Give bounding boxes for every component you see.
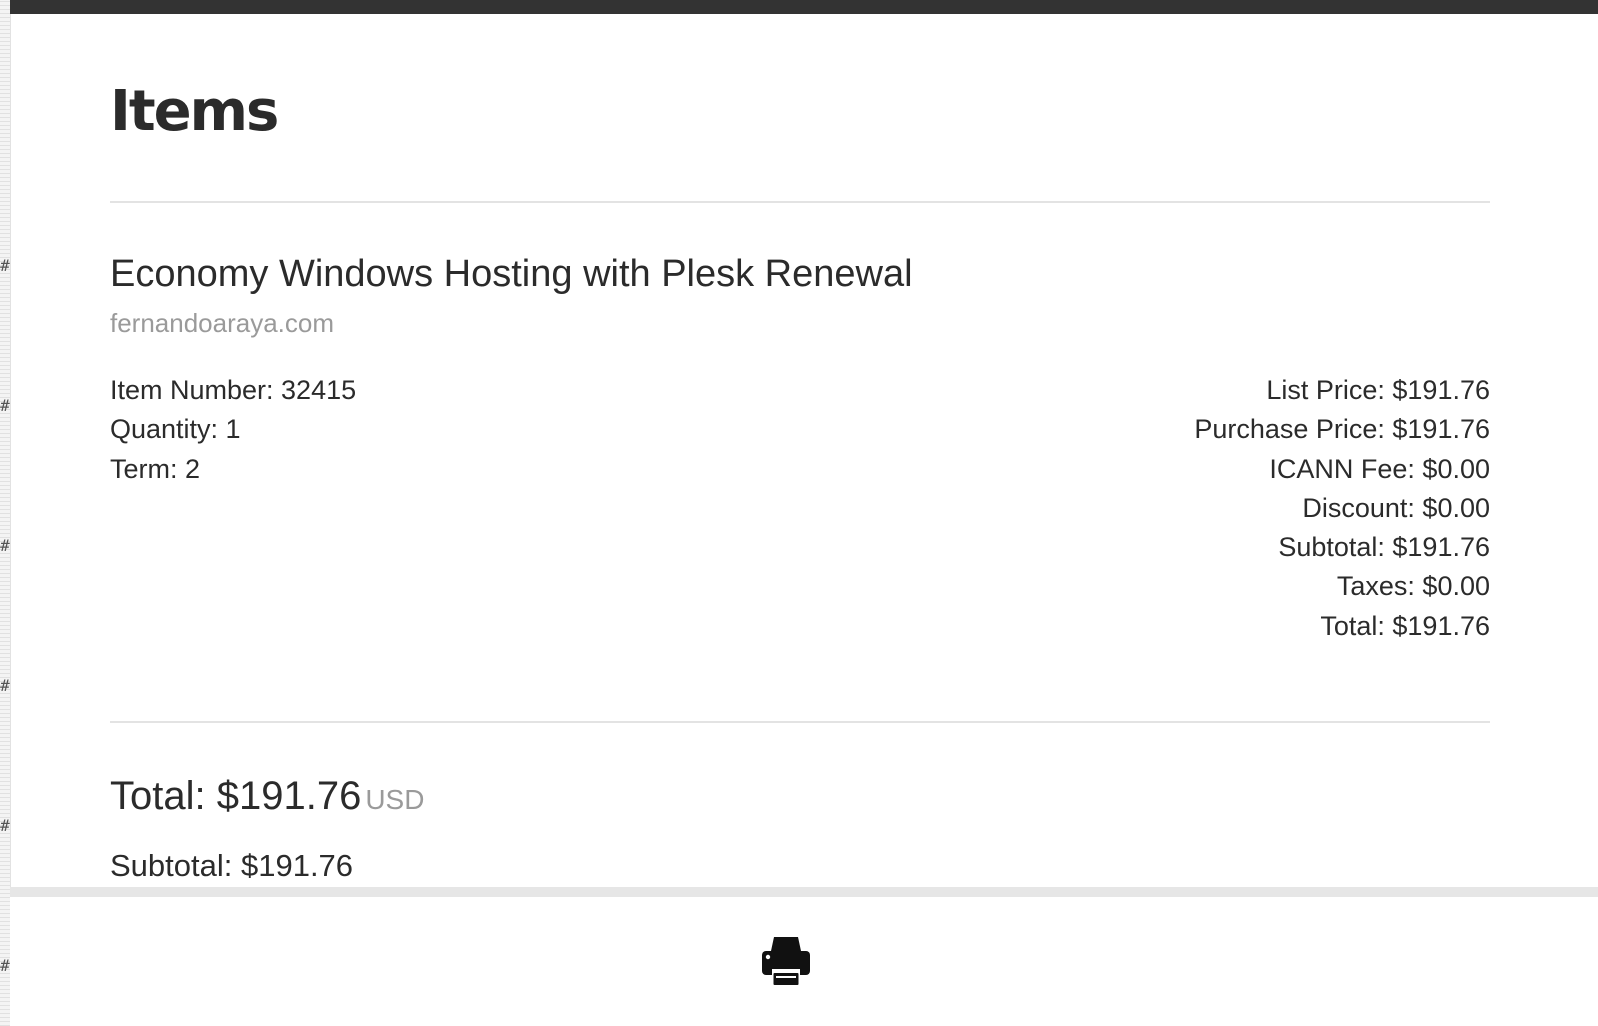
item-name: Economy Windows Hosting with Plesk Renew… bbox=[110, 253, 913, 295]
page-title: Items bbox=[110, 79, 279, 144]
icann-fee: ICANN Fee: $0.00 bbox=[1269, 453, 1490, 484]
edge-mark: # bbox=[0, 398, 10, 414]
order-total-amount: Total: $191.76 bbox=[110, 774, 362, 818]
section-divider bbox=[110, 201, 1490, 203]
item-details: Item Number: 32415 Quantity: 1 Term: 2 bbox=[110, 371, 710, 489]
edge-mark: # bbox=[0, 958, 10, 974]
order-subtotal: Subtotal: $191.76 bbox=[110, 848, 354, 883]
edge-mark: # bbox=[0, 818, 10, 834]
currency-code: USD bbox=[365, 784, 425, 815]
section-divider bbox=[110, 721, 1490, 723]
edge-mark: # bbox=[0, 538, 10, 554]
edge-mark: # bbox=[0, 258, 10, 274]
item-subtotal: Subtotal: $191.76 bbox=[1278, 532, 1490, 563]
edge-mark: # bbox=[0, 678, 10, 694]
list-price: List Price: $191.76 bbox=[1266, 375, 1490, 405]
scroll-content[interactable]: Items Economy Windows Hosting with Plesk… bbox=[10, 14, 1598, 907]
footer-bar bbox=[10, 897, 1598, 1026]
scroll-region-edge bbox=[10, 887, 1598, 897]
item-total: Total: $191.76 bbox=[1320, 610, 1490, 641]
taxes: Taxes: $0.00 bbox=[1336, 571, 1490, 602]
item-quantity: Quantity: 1 bbox=[110, 414, 241, 445]
print-button[interactable] bbox=[758, 933, 814, 989]
item-pricing: List Price: $191.76 Purchase Price: $191… bbox=[890, 371, 1490, 646]
order-total: Total: $191.76 USD bbox=[110, 772, 424, 820]
printer-icon bbox=[762, 937, 810, 985]
item-domain: fernandoaraya.com bbox=[110, 308, 335, 338]
top-bar bbox=[10, 0, 1598, 14]
purchase-price: Purchase Price: $191.76 bbox=[1194, 414, 1490, 445]
discount: Discount: $0.00 bbox=[1302, 492, 1490, 523]
item-term: Term: 2 bbox=[110, 453, 201, 484]
item-number: Item Number: 32415 bbox=[110, 375, 357, 405]
